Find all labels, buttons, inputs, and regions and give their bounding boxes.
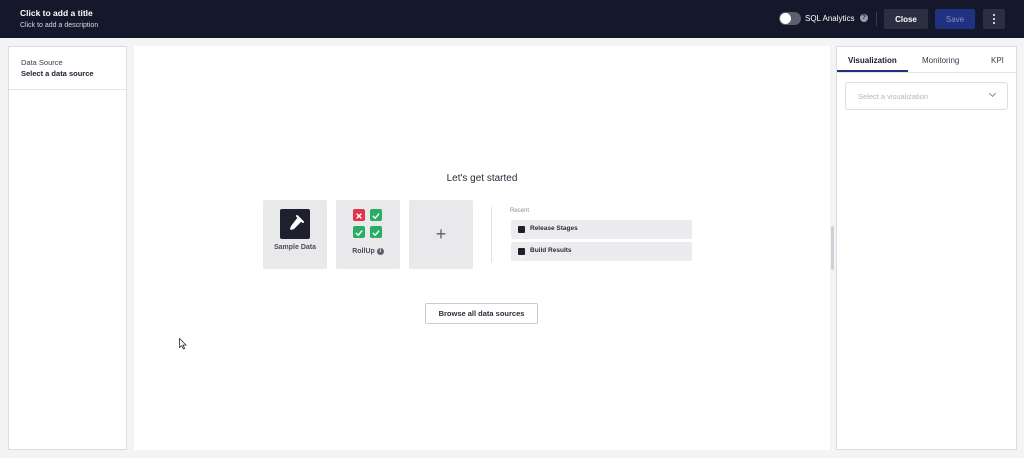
add-data-source-tile[interactable]: + bbox=[409, 200, 473, 269]
get-started-heading: Let's get started bbox=[446, 173, 518, 184]
rollup-label: RollUp bbox=[352, 248, 375, 255]
info-icon[interactable]: i bbox=[376, 247, 384, 255]
recent-item-build-results[interactable]: Build Results bbox=[511, 242, 692, 261]
data-source-label: Data Source bbox=[21, 58, 63, 67]
recent-item-label: Build Results bbox=[530, 247, 572, 254]
help-icon[interactable]: ? bbox=[860, 14, 868, 22]
recent-item-label: Release Stages bbox=[530, 225, 578, 232]
sql-analytics-toggle[interactable] bbox=[779, 12, 801, 25]
sql-analytics-label: SQL Analytics bbox=[805, 14, 855, 23]
check-icon bbox=[370, 209, 382, 221]
panel-divider bbox=[9, 89, 126, 90]
chart-icon bbox=[518, 248, 525, 260]
visualization-select-placeholder: Select a visualization bbox=[858, 92, 929, 101]
settings-panel: Visualization Monitoring KPI Select a vi… bbox=[836, 46, 1017, 450]
browse-data-sources-button[interactable]: Browse all data sources bbox=[425, 303, 538, 324]
scrollbar-thumb[interactable] bbox=[831, 226, 834, 270]
dashboard-description[interactable]: Click to add a description bbox=[20, 20, 98, 31]
more-options-button[interactable] bbox=[983, 9, 1005, 29]
recent-divider bbox=[491, 207, 492, 262]
close-button[interactable]: Close bbox=[884, 9, 928, 29]
chart-icon bbox=[518, 226, 525, 238]
sample-data-label: Sample Data bbox=[273, 244, 317, 251]
rollup-tile[interactable]: RollUp i bbox=[336, 200, 400, 269]
mouse-cursor-icon bbox=[179, 337, 187, 355]
title-block: Click to add a title Click to add a desc… bbox=[20, 8, 98, 31]
save-button[interactable]: Save bbox=[935, 9, 975, 29]
plus-icon: + bbox=[435, 224, 447, 244]
flask-icon bbox=[280, 209, 310, 239]
toggle-knob bbox=[780, 13, 791, 24]
tab-visualization[interactable]: Visualization bbox=[848, 55, 897, 66]
data-source-value[interactable]: Select a data source bbox=[21, 69, 94, 78]
check-icon bbox=[370, 226, 382, 238]
data-source-panel: Data Source Select a data source bbox=[8, 46, 127, 450]
chevron-down-icon bbox=[988, 89, 997, 98]
visualization-select[interactable]: Select a visualization bbox=[845, 82, 1008, 110]
recent-item-release-stages[interactable]: Release Stages bbox=[511, 220, 692, 239]
header-divider bbox=[876, 12, 877, 26]
recent-label: Recent bbox=[510, 208, 530, 214]
fail-icon bbox=[353, 209, 365, 221]
tab-kpi[interactable]: KPI bbox=[991, 55, 1004, 66]
top-bar: Click to add a title Click to add a desc… bbox=[0, 0, 1024, 38]
check-icon bbox=[353, 226, 365, 238]
dashboard-title[interactable]: Click to add a title bbox=[20, 8, 98, 19]
tabs-divider bbox=[837, 72, 1016, 73]
rollup-label-row: RollUp i bbox=[336, 247, 400, 256]
main-canvas: Let's get started Sample Data RollUp i +… bbox=[134, 46, 830, 450]
tab-monitoring[interactable]: Monitoring bbox=[922, 55, 959, 66]
sample-data-tile[interactable]: Sample Data bbox=[263, 200, 327, 269]
